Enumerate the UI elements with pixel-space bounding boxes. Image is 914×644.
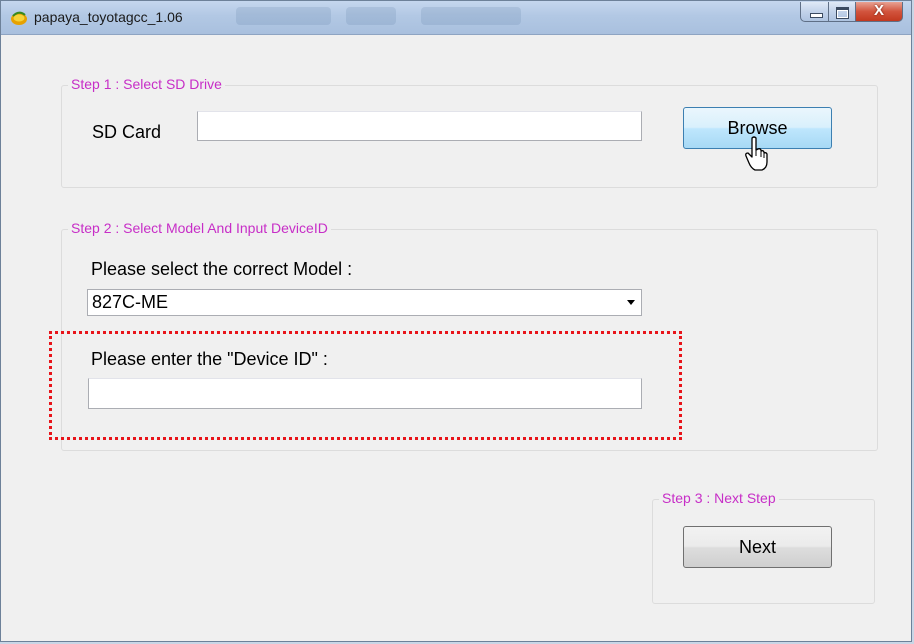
window-title: papaya_toyotagcc_1.06: [34, 9, 183, 25]
title-blur-region: [236, 7, 331, 25]
close-icon: X: [873, 2, 884, 19]
title-bar[interactable]: papaya_toyotagcc_1.06 X: [1, 1, 911, 35]
papaya-app-icon: [11, 11, 27, 25]
title-blur-region: [421, 7, 521, 25]
device-id-highlight-box: [49, 331, 682, 440]
next-button-label: Next: [738, 537, 776, 557]
close-button[interactable]: X: [856, 2, 903, 22]
model-select[interactable]: 827C-ME: [87, 289, 642, 316]
step3-legend: Step 3 : Next Step: [659, 490, 779, 506]
minimize-icon: [810, 13, 823, 18]
next-button[interactable]: Next: [683, 526, 832, 568]
sd-card-label: SD Card: [92, 122, 162, 142]
title-blur-region: [346, 7, 396, 25]
maximize-icon: [836, 7, 849, 19]
chevron-down-icon[interactable]: [627, 300, 635, 305]
browse-button-label: Browse: [727, 118, 788, 138]
sd-card-field[interactable]: [197, 111, 642, 141]
model-select-value: 827C-ME: [92, 292, 169, 312]
step2-legend: Step 2 : Select Model And Input DeviceID: [68, 220, 331, 236]
minimize-button[interactable]: [800, 2, 829, 22]
maximize-button[interactable]: [829, 2, 856, 22]
app-window: papaya_toyotagcc_1.06 X Step 1 : Select …: [0, 0, 912, 642]
model-prompt-label: Please select the correct Model :: [91, 259, 353, 279]
hand-cursor-icon: [745, 136, 768, 171]
step1-legend: Step 1 : Select SD Drive: [68, 76, 225, 92]
